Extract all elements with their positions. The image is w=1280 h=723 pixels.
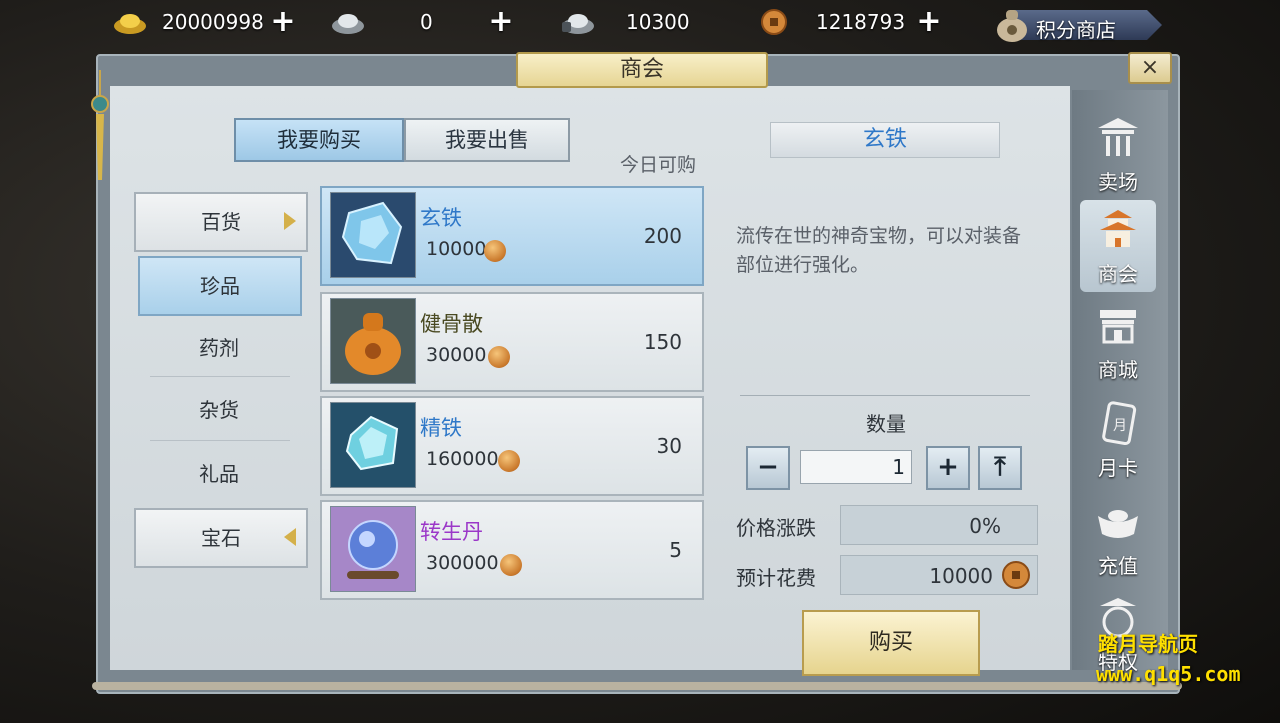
item-name: 健骨散 (420, 312, 483, 336)
price-change-label: 价格涨跌 (736, 516, 816, 540)
copper-coin-icon (498, 450, 520, 472)
today-available-label: 今日可购 (620, 154, 697, 176)
sidebar-item-market[interactable]: 卖场 (1080, 108, 1156, 200)
currency-bar: 20000998 + 0 + 10300 1218793 + 积分商店 (0, 0, 1280, 48)
item-count: 150 (643, 330, 682, 354)
tab-sell[interactable]: 我要出售 (404, 118, 570, 162)
copper-coin-icon (761, 9, 787, 35)
item-count: 200 (643, 224, 682, 248)
category-misc[interactable]: 杂货 (134, 382, 304, 438)
market-hall-icon (1098, 118, 1138, 156)
add-silver-button[interactable]: + (488, 7, 514, 37)
chevron-right-icon (284, 212, 296, 230)
category-label: 珍品 (200, 274, 240, 298)
svg-text:月: 月 (1113, 418, 1127, 434)
copper-coin-icon (1002, 561, 1030, 589)
divider (150, 440, 290, 441)
item-price: 10000 (426, 238, 487, 260)
sidebar-label: 卖场 (1098, 170, 1138, 194)
bound-silver-icon (562, 14, 594, 34)
bottom-scroll-bar (92, 682, 1182, 690)
sidebar-item-recharge[interactable]: 充值 (1080, 492, 1156, 584)
quantity-input[interactable] (800, 450, 912, 484)
orange-pouch-icon (330, 298, 416, 384)
list-item[interactable]: 转生丹 300000 5 (320, 500, 704, 600)
pill-orb-icon (330, 506, 416, 592)
card-icon: 月 (1102, 401, 1137, 446)
copper-coin-icon (484, 240, 506, 262)
chevron-left-icon (284, 528, 296, 546)
item-detail-name: 玄铁 (862, 127, 907, 152)
list-item[interactable]: 健骨散 30000 150 (320, 292, 704, 392)
blue-ore-icon (330, 192, 416, 278)
crystal-icon (330, 402, 416, 488)
category-label: 宝石 (201, 526, 241, 550)
sidebar-label: 充值 (1098, 554, 1138, 578)
copper-coin-icon (500, 554, 522, 576)
buy-button[interactable]: 购买 (802, 610, 980, 676)
window-title-text: 商会 (619, 57, 664, 82)
list-item[interactable]: 精铁 160000 30 (320, 396, 704, 496)
sidebar-label: 商城 (1098, 358, 1138, 382)
sidebar-item-mall[interactable]: 商城 (1080, 296, 1156, 388)
max-quantity-button[interactable]: ⤒ (978, 446, 1022, 490)
tassel-icon (91, 70, 109, 180)
storefront-icon (1100, 310, 1136, 344)
estimated-cost-value: 10000 (929, 564, 993, 588)
category-gifts[interactable]: 礼品 (134, 446, 304, 502)
points-shop-button[interactable]: 积分商店 (992, 4, 1164, 44)
add-copper-button[interactable]: + (916, 7, 942, 37)
divider (150, 376, 290, 377)
pagoda-icon (1100, 210, 1136, 247)
points-shop-label: 积分商店 (1036, 18, 1116, 42)
list-item[interactable]: 玄铁 10000 200 (320, 186, 704, 286)
money-bag-icon (997, 10, 1027, 42)
category-label: 礼品 (199, 462, 239, 486)
sidebar-item-guild[interactable]: 商会 (1080, 200, 1156, 292)
window-title: 商会 (516, 52, 768, 88)
item-price: 300000 (426, 552, 499, 574)
category-treasure[interactable]: 珍品 (138, 256, 302, 316)
gold-ingot-value: 20000998 (162, 10, 264, 34)
copper-coin-value: 1218793 (816, 10, 906, 34)
sidebar-label: 月卡 (1098, 456, 1138, 480)
category-gems[interactable]: 宝石 (134, 508, 308, 568)
close-button[interactable]: × (1128, 52, 1172, 84)
watermark-title: 踏月导航页 (1098, 632, 1198, 656)
category-potions[interactable]: 药剂 (134, 320, 304, 376)
estimated-cost-label: 预计花费 (736, 566, 816, 590)
item-name: 玄铁 (420, 206, 462, 230)
sidebar-item-monthly-card[interactable]: 月 月卡 (1080, 394, 1156, 486)
sidebar-label: 商会 (1098, 262, 1138, 286)
item-count: 30 (656, 434, 682, 458)
copper-coin-icon (488, 346, 510, 368)
divider (740, 395, 1030, 396)
quantity-label: 数量 (866, 412, 906, 436)
category-general[interactable]: 百货 (134, 192, 308, 252)
price-change-value: 0% (969, 514, 1001, 538)
item-price: 160000 (426, 448, 499, 470)
silver-ingot-icon (332, 14, 364, 34)
estimated-cost-box: 10000 (840, 555, 1038, 595)
increase-quantity-button[interactable]: + (926, 446, 970, 490)
decrease-quantity-button[interactable]: − (746, 446, 790, 490)
category-label: 百货 (201, 210, 241, 234)
price-change-box: 0% (840, 505, 1038, 545)
watermark-url: www.q1q5.com (1096, 662, 1241, 686)
gold-ingot-icon (114, 14, 146, 34)
item-name: 精铁 (420, 416, 462, 440)
bound-silver-value: 10300 (626, 10, 690, 34)
silver-ingot-value: 0 (420, 10, 433, 34)
item-description: 流传在世的神奇宝物，可以对装备部位进行强化。 (736, 225, 1022, 276)
item-count: 5 (669, 538, 682, 562)
category-label: 药剂 (199, 336, 239, 360)
category-label: 杂货 (199, 398, 239, 422)
add-gold-button[interactable]: + (270, 7, 296, 37)
item-detail-title: 玄铁 (770, 122, 1000, 158)
ingot-icon (1098, 510, 1138, 538)
item-price: 30000 (426, 344, 487, 366)
tab-buy[interactable]: 我要购买 (234, 118, 404, 162)
item-name: 转生丹 (420, 520, 483, 544)
